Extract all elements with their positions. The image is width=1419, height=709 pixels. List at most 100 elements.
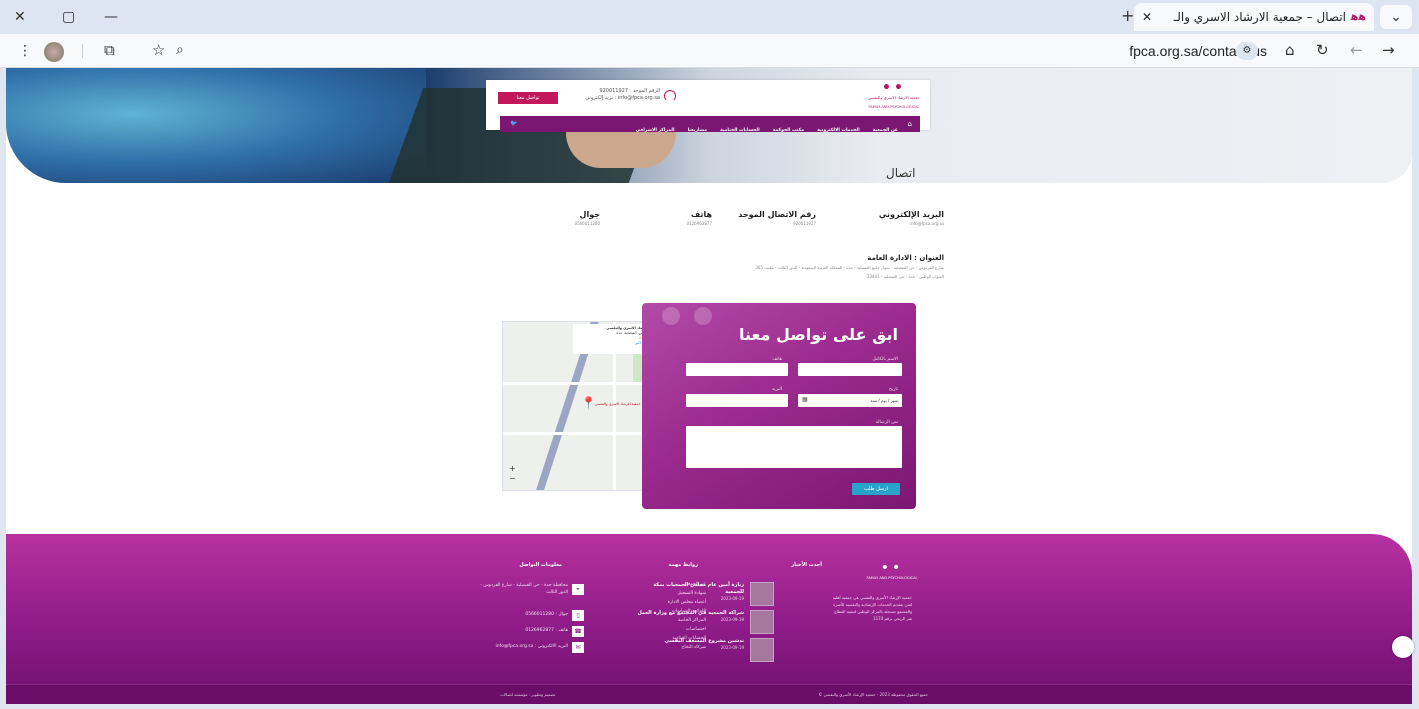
tab-title: اتصال – جمعية الارشاد الاسري والـ — [1173, 10, 1346, 24]
date-input[interactable]: شهر / يوم / سنة — [798, 394, 902, 407]
contact-us-button[interactable]: تواصل معنا — [498, 92, 558, 104]
footer-logo: •• FAMILY AND PSYCHOLOGICAL — [852, 560, 932, 580]
name-input[interactable] — [798, 363, 902, 376]
site-footer: •• FAMILY AND PSYCHOLOGICAL جمعية الإرشا… — [6, 534, 1412, 704]
logo-name: جمعية الارشاد الاسري والنفسي — [867, 95, 920, 100]
bookmark-star-icon[interactable]: ☆ — [152, 43, 165, 58]
unified-label: رقم الاتصال الموحد — [738, 210, 816, 219]
back-arrow-icon[interactable]: → — [1382, 43, 1395, 58]
copyright-text: © جميع الحقوق محفوظة 2023 - جمعية الإرشا… — [818, 692, 928, 697]
footer-link-accounts[interactable]: الحسابات الختامية — [636, 634, 706, 643]
address-block: العنوان : الادارة العامة شارع الفردوس - … — [664, 254, 944, 280]
phone-value: 0126962877 — [686, 221, 712, 226]
header-email-text: بريد إلكتروني : info@fpca.org.sa — [585, 95, 660, 101]
footer-link-specialties[interactable]: اختصاصات — [636, 625, 706, 634]
hotline-text: الرقم الموحد : 920011927 — [599, 88, 660, 94]
headset-icon — [664, 90, 676, 102]
mail-icon: ✉ — [572, 642, 584, 653]
site-favicon-icon: ﻫﻫ — [1350, 10, 1366, 23]
map-zoom-controls: + − — [509, 464, 516, 484]
footer-link-centers[interactable]: المراكز الخاصة — [636, 616, 706, 625]
footer-link-partners[interactable]: شركاء النجاح — [636, 643, 706, 652]
twitter-icon[interactable]: 🐦 — [510, 116, 517, 132]
hero-photo — [6, 68, 426, 183]
menu-item-governance[interactable]: مكتب الحوكمة — [773, 123, 804, 139]
message-label: نص الرسالة — [875, 420, 898, 425]
footer-logo-en: FAMILY AND PSYCHOLOGICAL — [866, 576, 918, 580]
footer-link-registration[interactable]: شهادة التسجيل — [636, 589, 706, 598]
browser-toolbar: ⋮ ⧉ ☆ ⌕ fpca.org.sa/contact-us ⚙ ⌂ ↻ ← → — [0, 34, 1419, 68]
email-field-label: البريد — [771, 387, 782, 392]
contact-form: ابق على تواصل معنا الاسم بالكامل هاتف تا… — [642, 303, 916, 509]
site-settings-icon[interactable]: ⚙ — [1236, 42, 1258, 60]
footer-link-about[interactable]: عن الجمعية — [636, 580, 706, 589]
map-pin-icon[interactable]: 📍 — [581, 396, 596, 410]
credit-text[interactable]: تصميم وتطوير : مؤسسة اتصالات — [500, 692, 555, 697]
forward-arrow-icon[interactable]: ← — [1350, 43, 1363, 58]
page-title: اتصال — [886, 166, 916, 180]
phone-icon: ☎ — [572, 626, 584, 637]
footer-link-board[interactable]: أعضاء مجلس الادارة — [636, 598, 706, 607]
header-contact-info: الرقم الموحد : 920011927 بريد إلكتروني :… — [580, 88, 660, 102]
menu-item-projects[interactable]: مشاريعنا — [688, 123, 707, 139]
profile-avatar[interactable] — [44, 42, 64, 62]
address-line-1: شارع الفردوس - حي الفيصلية - بجوار جامع … — [755, 265, 944, 270]
chat-widget-button[interactable] — [1392, 636, 1414, 658]
window-minimize-button[interactable]: — — [104, 10, 118, 24]
menu-dots-icon[interactable]: ⋮ — [18, 44, 32, 58]
form-decor — [662, 307, 680, 325]
extensions-icon[interactable]: ⧉ — [104, 43, 115, 58]
window-close-button[interactable]: ✕ — [14, 10, 26, 24]
web-page: اتصال •• جمعية الارشاد الاسري والنفسي FA… — [6, 68, 1412, 704]
phone-input[interactable] — [686, 363, 788, 376]
main-menu: 🐦 عن الجمعية الخدمات الالكترونية مكتب ال… — [500, 116, 920, 133]
footer-links: عن الجمعية شهادة التسجيل أعضاء مجلس الاد… — [636, 580, 706, 652]
unified-number-info: رقم الاتصال الموحد 920011927 — [738, 210, 816, 226]
menu-item-accounts[interactable]: الحسابات الختامية — [720, 123, 760, 139]
reload-icon[interactable]: ↻ — [1316, 43, 1329, 58]
contact-heading: معلومات التواصل — [519, 562, 562, 568]
footer-about: جمعية الإرشاد الأسري والنفسي هي جمعية أه… — [832, 595, 912, 621]
menu-item-about[interactable]: عن الجمعية — [873, 123, 898, 139]
logo-name-en: FAMILY AND PSYCHOLOGICAL — [868, 105, 920, 109]
address-label: العنوان : الادارة العامة — [867, 254, 944, 262]
mobile-icon: ▯ — [572, 610, 584, 621]
new-tab-button[interactable]: + — [1121, 8, 1134, 24]
toolbar-divider — [82, 44, 83, 58]
footer-link-policies[interactable]: اللوائح والسياسات — [636, 607, 706, 616]
mobile-value: 0566011280 — [574, 221, 600, 226]
email-value[interactable]: info@fpca.org.sa — [879, 221, 944, 226]
message-textarea[interactable] — [686, 426, 902, 468]
news-heading: أحدث الأخبار — [791, 562, 822, 568]
email-input[interactable] — [686, 394, 788, 407]
map-zoom-in-button[interactable]: + — [509, 464, 516, 474]
mobile-info: جوال 0566011280 — [575, 210, 600, 226]
menu-item-centers[interactable]: المراكز الاشرافي — [636, 123, 675, 139]
window-restore-button[interactable]: ▢ — [62, 10, 75, 24]
form-decor — [694, 307, 712, 325]
footer-bottom-bar: © جميع الحقوق محفوظة 2023 - جمعية الإرشا… — [6, 684, 1412, 704]
submit-button[interactable]: ارسل طلب — [852, 483, 900, 495]
home-icon[interactable]: ⌂ — [1285, 43, 1295, 58]
tab-bar: ✕ ▢ — + ﻫﻫ اتصال – جمعية الارشاد الاسري … — [0, 0, 1419, 34]
menu-items: عن الجمعية الخدمات الالكترونية مكتب الحو… — [628, 116, 898, 139]
footer-mobile: جوال : 0566011280 — [525, 612, 568, 617]
site-logo[interactable]: •• جمعية الارشاد الاسري والنفسي FAMILY A… — [867, 81, 920, 112]
news-thumbnail — [750, 638, 774, 662]
footer-email[interactable]: info@fpca.org.sa : البريد الالكتروني — [468, 642, 568, 651]
date-label: تاريخ — [889, 387, 898, 392]
phone-label: هاتف — [690, 210, 712, 219]
phone-field-label: هاتف — [772, 357, 782, 362]
phone-info: هاتف 0126962877 — [687, 210, 712, 226]
name-label: الاسم بالكامل — [872, 357, 898, 362]
location-icon: ⌖ — [572, 584, 584, 595]
home-menu-icon[interactable]: ⌂ — [908, 116, 912, 132]
footer-address: محافظة جدة - حي الفيصلية - شارع الفردوس … — [480, 583, 568, 595]
calendar-icon[interactable]: ▦ — [802, 396, 808, 403]
tab-search-button[interactable]: ⌄ — [1380, 5, 1412, 29]
map-zoom-out-button[interactable]: − — [509, 474, 516, 484]
search-lens-icon[interactable]: ⌕ — [176, 43, 184, 57]
menu-item-eservices[interactable]: الخدمات الالكترونية — [817, 123, 860, 139]
active-tab[interactable]: ﻫﻫ اتصال – جمعية الارشاد الاسري والـ ✕ — [1134, 3, 1374, 31]
tab-close-button[interactable]: ✕ — [1142, 10, 1152, 24]
